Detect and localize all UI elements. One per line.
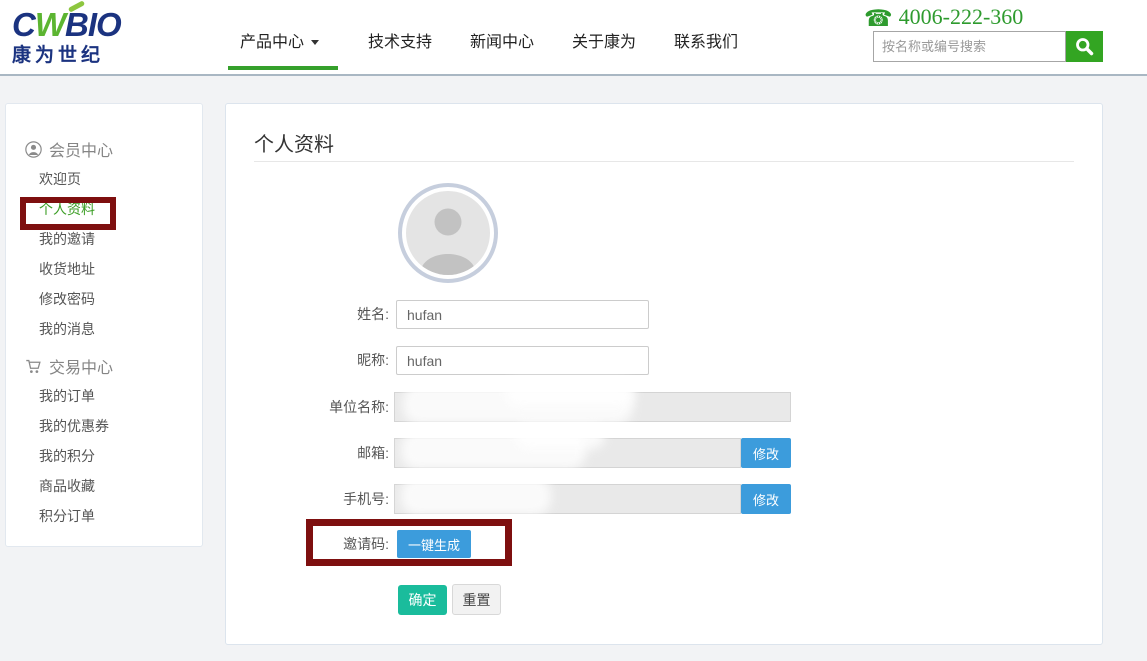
search-input[interactable] [873, 31, 1066, 62]
mobile-label: 手机号: [226, 484, 389, 514]
sidebar-item-orders[interactable]: 我的订单 [39, 381, 202, 411]
site-header: CWBIO 康为世纪 产品中心 技术支持 新闻中心 关于康为 联系我们 ☎400… [0, 0, 1147, 76]
mobile-input [394, 484, 741, 514]
redaction-smudge [515, 423, 605, 449]
title-divider [254, 161, 1074, 162]
sidebar: 会员中心 欢迎页 个人资料 我的邀请 收货地址 修改密码 我的消息 交易中心 我… [5, 103, 203, 547]
annotation-box-profile [20, 197, 116, 230]
user-icon [25, 141, 42, 158]
avatar-placeholder-icon [406, 191, 490, 275]
sidebar-item-welcome[interactable]: 欢迎页 [39, 164, 202, 194]
sidebar-item-points[interactable]: 我的积分 [39, 441, 202, 471]
brand-logo[interactable]: CWBIO 康为世纪 [12, 6, 121, 67]
nickname-input[interactable] [396, 346, 649, 375]
search-icon [1074, 36, 1095, 57]
reset-button[interactable]: 重置 [452, 584, 501, 615]
nav-item-support[interactable]: 技术支持 [368, 28, 432, 52]
sidebar-section-title: 会员中心 [49, 137, 113, 161]
sidebar-item-password[interactable]: 修改密码 [39, 284, 202, 314]
redaction-smudge [505, 379, 635, 407]
email-edit-button[interactable]: 修改 [741, 438, 791, 468]
confirm-button[interactable]: 确定 [398, 585, 447, 615]
sidebar-item-points-orders[interactable]: 积分订单 [39, 501, 202, 531]
name-input[interactable] [396, 300, 649, 329]
email-label: 邮箱: [226, 438, 389, 468]
avatar [398, 183, 498, 283]
phone-icon: ☎ [864, 5, 893, 31]
company-input [394, 392, 791, 422]
nickname-label: 昵称: [226, 346, 389, 375]
sidebar-section-trade: 交易中心 [25, 351, 202, 381]
chevron-down-icon [311, 40, 319, 45]
company-label: 单位名称: [226, 392, 389, 422]
hotline: ☎4006-222-360 [864, 4, 1023, 32]
nav-item-news[interactable]: 新闻中心 [470, 28, 534, 52]
sidebar-item-messages[interactable]: 我的消息 [39, 314, 202, 344]
mobile-edit-button[interactable]: 修改 [741, 484, 791, 514]
sidebar-item-favorites[interactable]: 商品收藏 [39, 471, 202, 501]
hotline-number: 4006-222-360 [899, 4, 1024, 29]
sidebar-section-title: 交易中心 [49, 354, 113, 378]
name-label: 姓名: [226, 300, 389, 329]
cart-icon [25, 358, 42, 375]
page: CWBIO 康为世纪 产品中心 技术支持 新闻中心 关于康为 联系我们 ☎400… [0, 0, 1147, 661]
page-title: 个人资料 [254, 128, 334, 157]
active-nav-underline [228, 66, 338, 70]
brand-subtitle: 康为世纪 [12, 45, 121, 67]
sidebar-item-coupons[interactable]: 我的优惠券 [39, 411, 202, 441]
email-input [394, 438, 741, 468]
search-button[interactable] [1066, 31, 1103, 62]
nav-item-contact[interactable]: 联系我们 [674, 28, 738, 52]
redaction-smudge [401, 477, 551, 515]
nav-item-products[interactable]: 产品中心 [240, 28, 319, 52]
brand-wordmark: CWBIO [12, 6, 121, 44]
sidebar-section-member: 会员中心 [25, 134, 202, 164]
nav-item-about[interactable]: 关于康为 [572, 28, 636, 52]
annotation-box-invite-code [306, 519, 512, 566]
sidebar-item-address[interactable]: 收货地址 [39, 254, 202, 284]
